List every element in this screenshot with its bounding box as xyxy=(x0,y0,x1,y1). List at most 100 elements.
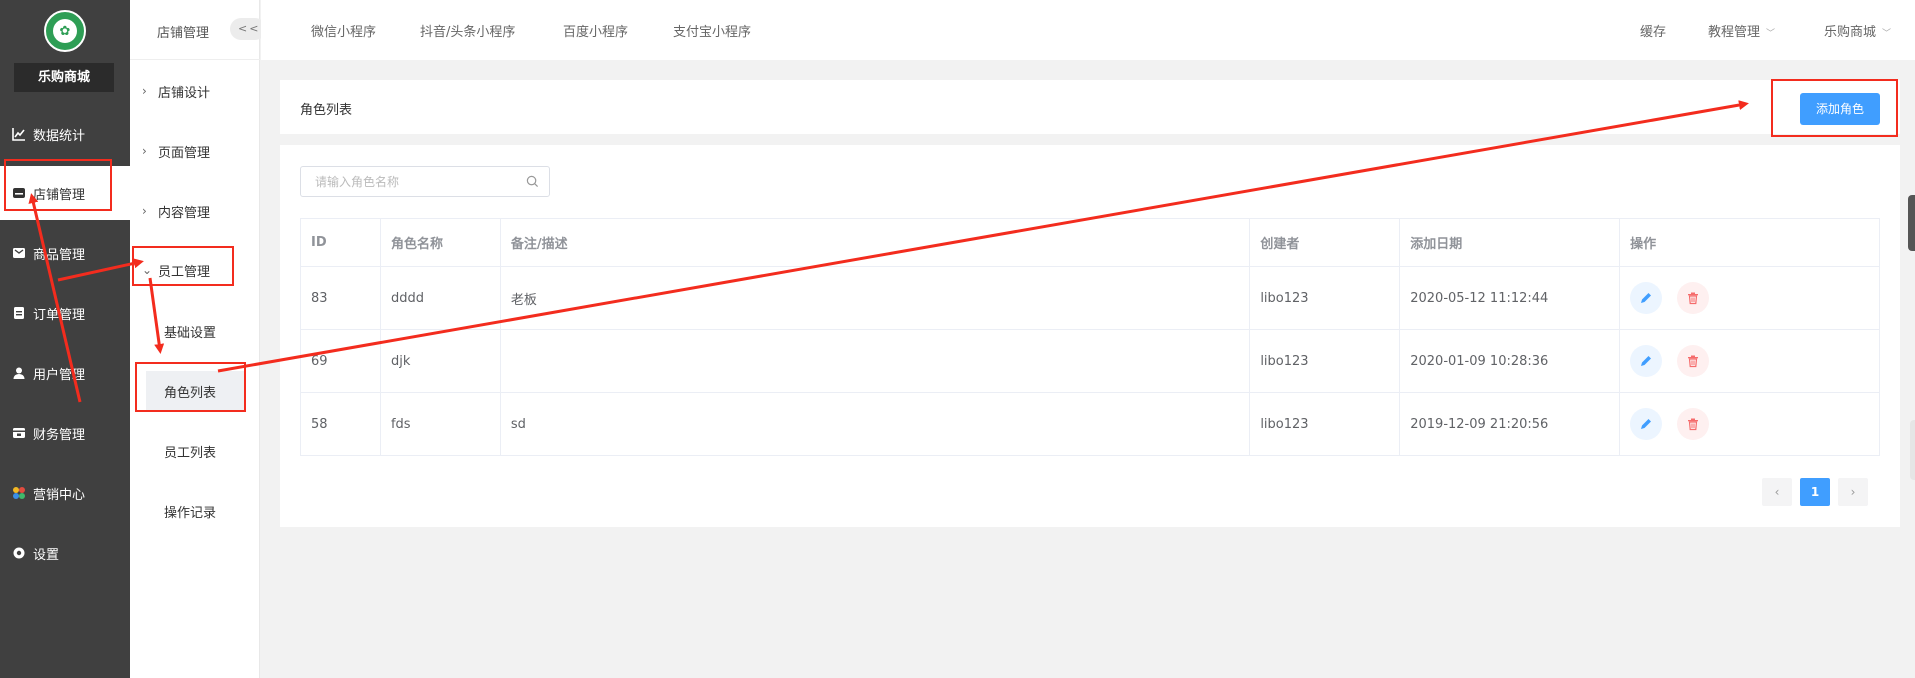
pagination: ‹ 1 › xyxy=(1762,478,1868,506)
prev-page-button[interactable]: ‹ xyxy=(1762,478,1792,506)
subnav-child-label: 基础设置 xyxy=(164,325,217,341)
subnav-item-content-manage[interactable]: › 内容管理 xyxy=(130,191,260,231)
subnav-child-basic-settings[interactable]: 基础设置 xyxy=(146,311,246,351)
column-header-id: ID xyxy=(300,218,381,267)
cell-remark: 老板 xyxy=(499,266,1251,330)
order-icon xyxy=(12,306,26,320)
subnav-title: 店铺管理 xyxy=(157,26,210,41)
secondary-sidebar: 店铺管理 << › 店铺设计 › 页面管理 › 内容管理 ⌄ 员工管理 基础设置… xyxy=(130,0,266,678)
right-edge-handle xyxy=(1908,195,1915,251)
column-header-date: 添加日期 xyxy=(1399,218,1621,267)
subnav-child-label: 员工列表 xyxy=(164,445,217,461)
tab-baidu-miniprogram[interactable]: 百度小程序 xyxy=(563,21,628,40)
line-chart-icon xyxy=(12,127,26,141)
right-edge-tab xyxy=(1910,420,1915,480)
chevron-down-icon: ﹀ xyxy=(1882,29,1892,39)
column-header-actions: 操作 xyxy=(1619,218,1880,267)
pencil-icon xyxy=(1641,419,1652,429)
sidebar-item-goods[interactable]: 商品管理 xyxy=(0,226,130,280)
delete-button[interactable] xyxy=(1677,408,1710,440)
table-row: 69 djk libo123 2020-01-09 10:28:36 xyxy=(300,329,1880,393)
cell-date: 2019-12-09 21:20:56 xyxy=(1399,392,1621,456)
table-row: 83 dddd 老板 libo123 2020-05-12 11:12:44 xyxy=(300,266,1880,330)
edit-button[interactable] xyxy=(1630,345,1663,377)
subnav-child-label: 操作记录 xyxy=(164,505,217,521)
edit-button[interactable] xyxy=(1630,282,1663,314)
main-sidebar: ✿ 乐购商城 数据统计 店铺管理 商品管理 订单管理 用户管理 财务管理 营销中… xyxy=(0,0,130,678)
tab-alipay-miniprogram[interactable]: 支付宝小程序 xyxy=(673,21,751,40)
role-search-box xyxy=(300,166,550,197)
cell-date: 2020-01-09 10:28:36 xyxy=(1399,329,1621,393)
cell-remark: sd xyxy=(499,392,1251,456)
pencil-icon xyxy=(1641,293,1652,303)
trash-icon xyxy=(1688,418,1699,431)
trash-icon xyxy=(1688,355,1699,368)
cell-actions xyxy=(1619,266,1880,330)
column-header-creator: 创建者 xyxy=(1249,218,1401,267)
top-bar: 微信小程序 抖音/头条小程序 百度小程序 支付宝小程序 缓存 教程管理 ﹀ 乐购商… xyxy=(261,0,1915,60)
sidebar-item-settings[interactable]: 设置 xyxy=(0,526,130,580)
cell-id: 58 xyxy=(300,392,381,456)
cache-link[interactable]: 缓存 xyxy=(1640,21,1666,40)
settings-icon xyxy=(12,546,26,560)
cell-remark xyxy=(499,329,1251,393)
cell-creator: libo123 xyxy=(1249,266,1401,330)
goods-icon xyxy=(12,246,26,260)
sidebar-item-label: 订单管理 xyxy=(33,307,86,323)
tab-wechat-miniprogram[interactable]: 微信小程序 xyxy=(311,21,376,40)
cell-date: 2020-05-12 11:12:44 xyxy=(1399,266,1621,330)
cell-actions xyxy=(1619,329,1880,393)
sidebar-item-marketing[interactable]: 营销中心 xyxy=(0,466,130,520)
chevron-right-icon: › xyxy=(142,84,147,98)
cell-id: 83 xyxy=(300,266,381,330)
page-title: 角色列表 xyxy=(300,103,353,118)
edit-button[interactable] xyxy=(1630,408,1663,440)
marketing-icon xyxy=(12,486,26,500)
cell-creator: libo123 xyxy=(1249,392,1401,456)
store-menu[interactable]: 乐购商城 ﹀ xyxy=(1824,21,1891,40)
column-header-remark: 备注/描述 xyxy=(499,218,1251,267)
subnav-item-label: 页面管理 xyxy=(158,145,211,161)
sidebar-item-orders[interactable]: 订单管理 xyxy=(0,286,130,340)
subnav-child-staff-list[interactable]: 员工列表 xyxy=(146,431,246,471)
sidebar-item-label: 财务管理 xyxy=(33,427,86,443)
sidebar-item-label: 用户管理 xyxy=(33,367,86,383)
delete-button[interactable] xyxy=(1677,282,1710,314)
cell-name: djk xyxy=(379,329,501,393)
cell-name: fds xyxy=(379,392,501,456)
sidebar-item-label: 设置 xyxy=(33,547,60,563)
annotation-box-role-list xyxy=(135,362,246,412)
subnav-child-operation-log[interactable]: 操作记录 xyxy=(146,491,246,531)
chevron-down-icon: ﹀ xyxy=(1766,29,1776,39)
next-page-button[interactable]: › xyxy=(1838,478,1868,506)
page-number-button[interactable]: 1 xyxy=(1800,478,1830,506)
tab-douyin-miniprogram[interactable]: 抖音/头条小程序 xyxy=(420,21,515,40)
annotation-box-store xyxy=(4,159,112,211)
cell-name: dddd xyxy=(379,266,501,330)
finance-icon xyxy=(12,426,26,440)
sidebar-item-label: 数据统计 xyxy=(33,128,86,144)
role-search-input[interactable] xyxy=(301,167,511,196)
chevron-right-icon: › xyxy=(142,144,147,158)
role-table: ID 角色名称 备注/描述 创建者 添加日期 操作 83 dddd 老板 lib… xyxy=(300,218,1880,456)
sidebar-item-finance[interactable]: 财务管理 xyxy=(0,406,130,460)
annotation-box-staff xyxy=(132,246,234,286)
store-menu-label: 乐购商城 xyxy=(1824,25,1877,40)
subnav-item-label: 店铺设计 xyxy=(158,85,211,101)
user-icon xyxy=(12,366,26,380)
shop-logo: ✿ xyxy=(44,10,86,52)
sidebar-item-users[interactable]: 用户管理 xyxy=(0,346,130,400)
page-header-card: 角色列表 xyxy=(280,80,1900,134)
cell-id: 69 xyxy=(300,329,381,393)
chevron-right-icon: › xyxy=(142,204,147,218)
tutorial-menu-label: 教程管理 xyxy=(1708,25,1761,40)
pencil-icon xyxy=(1641,356,1652,366)
sidebar-item-statistics[interactable]: 数据统计 xyxy=(0,107,130,161)
table-row: 58 fds sd libo123 2019-12-09 21:20:56 xyxy=(300,392,1880,456)
subnav-item-page-manage[interactable]: › 页面管理 xyxy=(130,131,260,171)
delete-button[interactable] xyxy=(1677,345,1710,377)
tutorial-menu[interactable]: 教程管理 ﹀ xyxy=(1708,21,1775,40)
subnav-item-label: 内容管理 xyxy=(158,205,211,221)
subnav-item-store-design[interactable]: › 店铺设计 xyxy=(130,71,260,111)
search-icon[interactable] xyxy=(526,175,539,188)
